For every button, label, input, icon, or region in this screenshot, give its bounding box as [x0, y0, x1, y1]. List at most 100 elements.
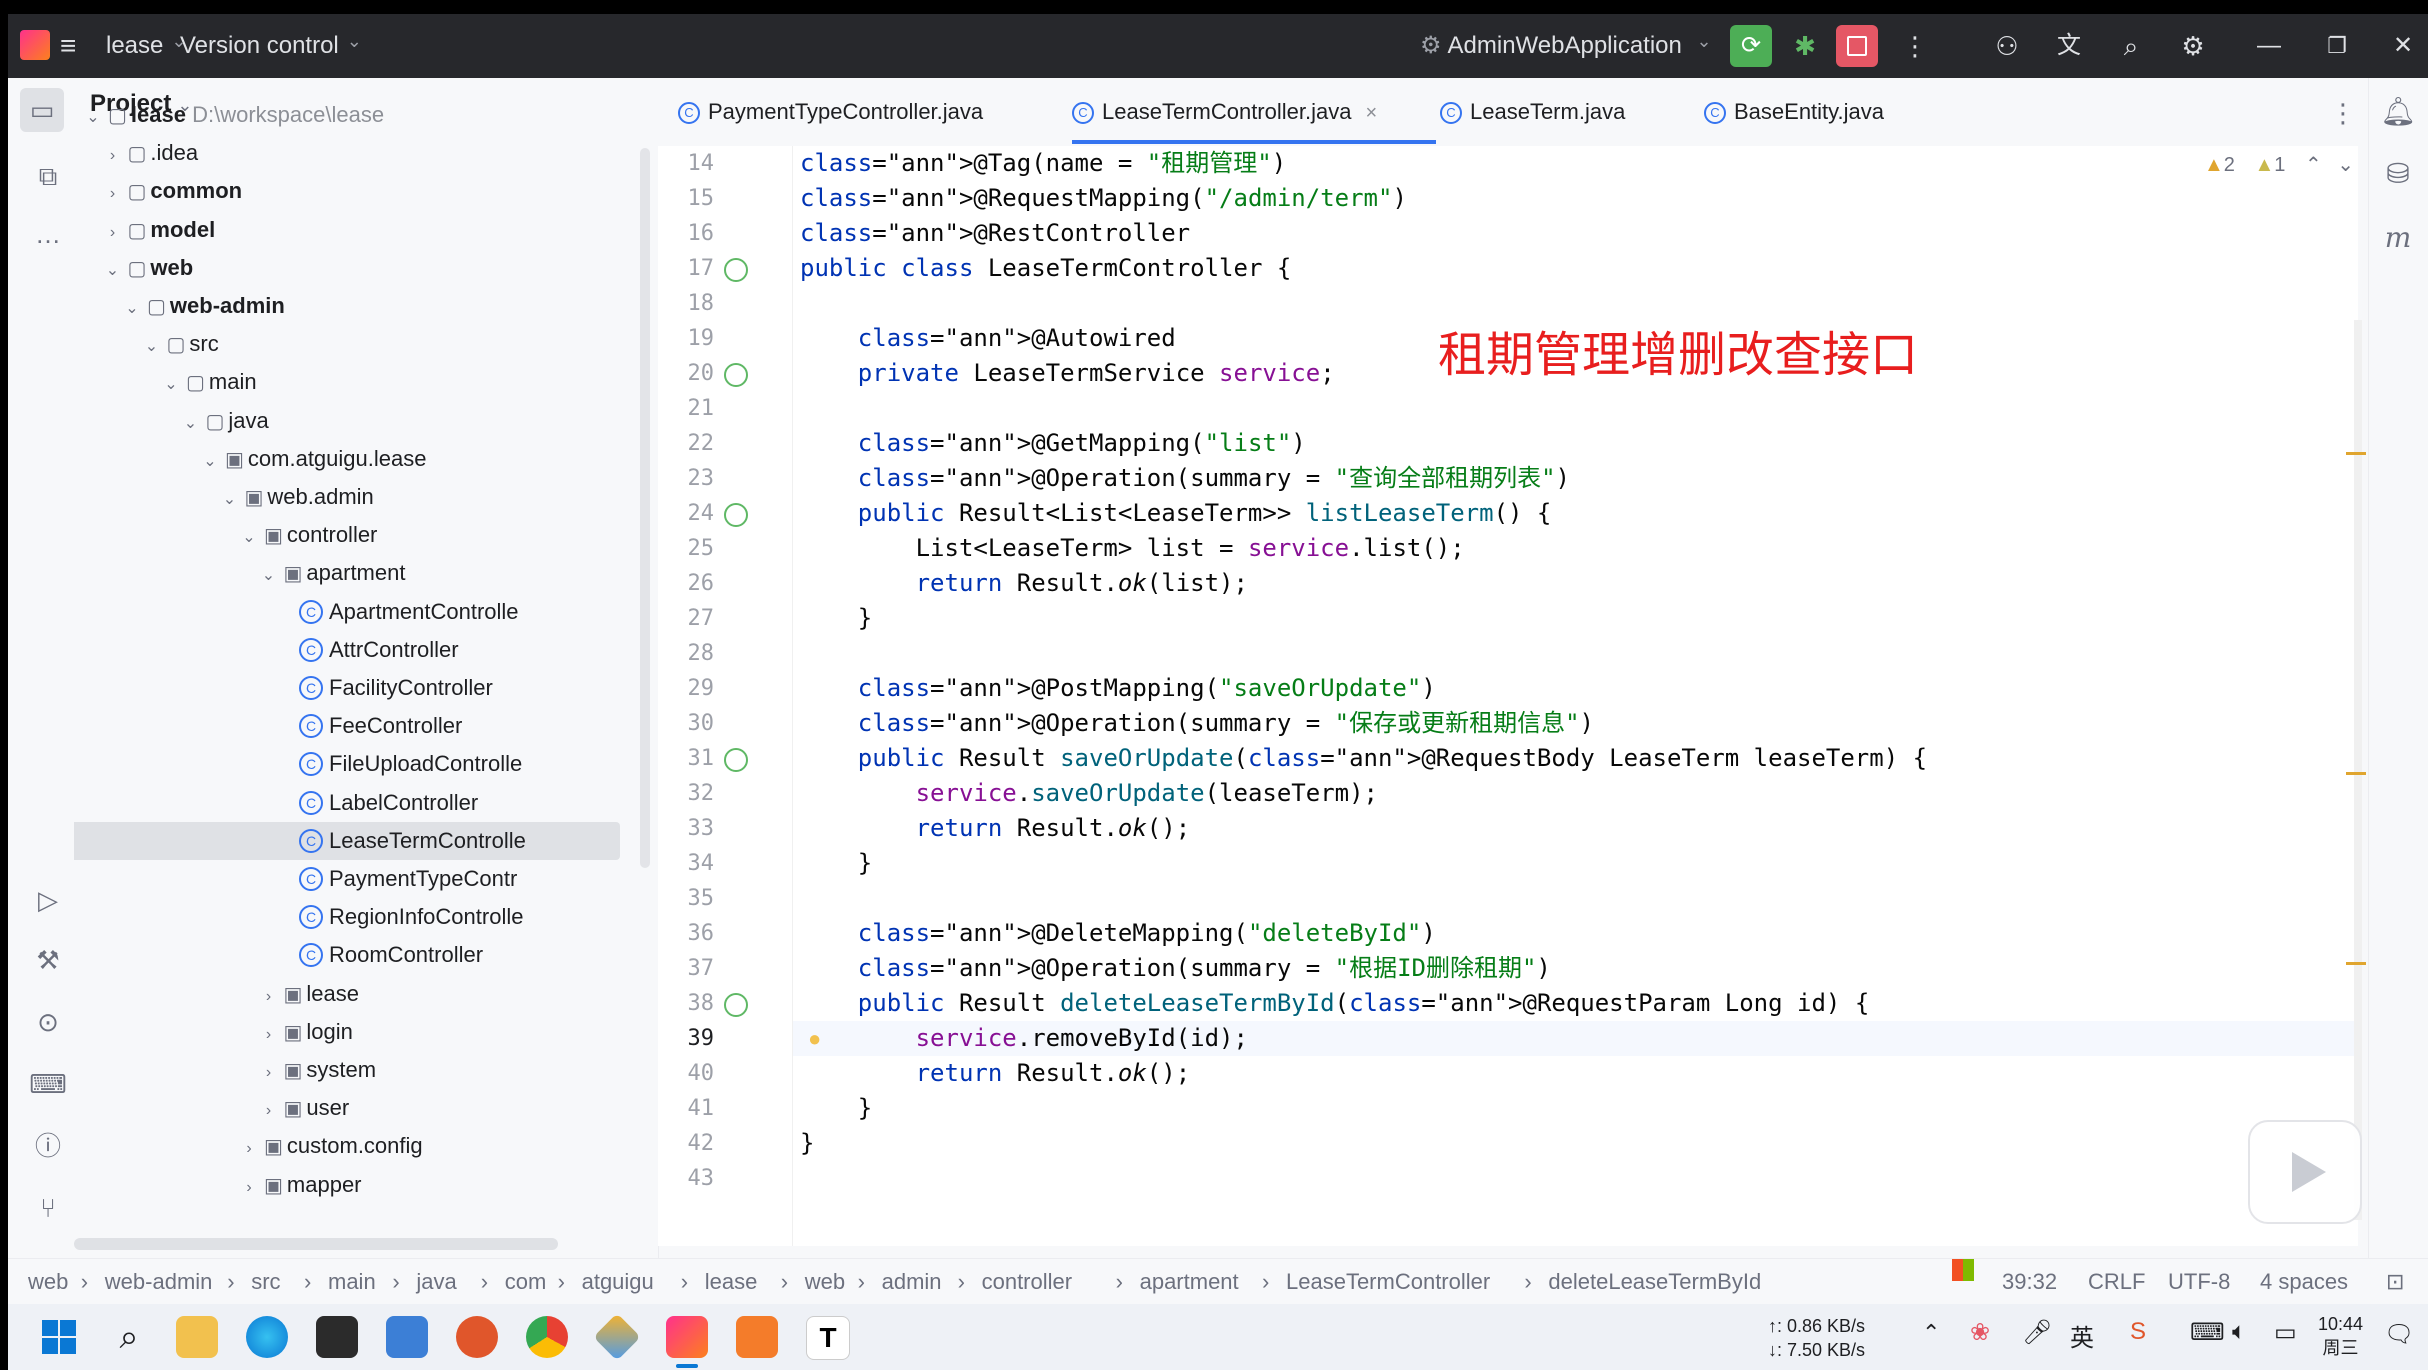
vertical-scrollbar[interactable]	[640, 148, 650, 868]
breadcrumb-item[interactable]: web	[805, 1259, 845, 1305]
tree-item-mapper[interactable]: › ▣ mapper	[238, 1166, 361, 1204]
chevron-right-icon[interactable]: ›	[102, 137, 124, 175]
git-tool-icon[interactable]: ⑂	[26, 1186, 70, 1230]
chevron-down-icon[interactable]: ⌄	[199, 443, 221, 481]
network-icon[interactable]: ⌨	[2190, 1318, 2225, 1347]
video-play-button[interactable]	[2248, 1120, 2362, 1224]
code-with-me-icon[interactable]: ⚇	[1986, 25, 2028, 67]
close-tab-icon[interactable]: ×	[1365, 102, 1377, 124]
breadcrumb-item[interactable]: controller	[982, 1259, 1072, 1305]
breadcrumb-item[interactable]: main	[328, 1259, 376, 1305]
previous-highlight-icon[interactable]: ⌃	[2305, 154, 2322, 176]
intellij-taskbar-icon[interactable]	[666, 1316, 708, 1358]
main-menu-icon[interactable]: ≡	[60, 32, 84, 60]
code-line[interactable]: List<LeaseTerm> list = service.list();	[800, 531, 1465, 566]
bean-icon[interactable]	[724, 258, 748, 282]
code-line[interactable]: class="ann">@DeleteMapping("deleteById")	[800, 916, 1436, 951]
code-line[interactable]: service.removeById(id);	[800, 1021, 1248, 1056]
edge-browser-icon[interactable]	[246, 1316, 288, 1358]
breadcrumb-item[interactable]: admin	[882, 1259, 942, 1305]
file-encoding[interactable]: UTF-8	[2168, 1259, 2230, 1305]
chevron-down-icon[interactable]: ⌄	[121, 290, 143, 328]
tree-item-java[interactable]: ⌄ ▢ java	[180, 402, 269, 440]
chevron-down-icon[interactable]: ⌄	[160, 366, 182, 404]
tree-item-login[interactable]: › ▣ login	[258, 1013, 353, 1051]
code-line[interactable]: service.saveOrUpdate(leaseTerm);	[800, 776, 1378, 811]
tree-item-common[interactable]: › ▢ common	[102, 172, 242, 213]
project-dropdown[interactable]: lease	[106, 14, 186, 78]
code-line[interactable]: }	[800, 1126, 814, 1161]
code-line[interactable]: }	[800, 601, 872, 636]
minimize-button[interactable]: —	[2248, 25, 2290, 67]
structure-tool-icon[interactable]: ⧉	[26, 154, 70, 198]
terminal-app-icon[interactable]	[316, 1316, 358, 1358]
tree-item-model[interactable]: › ▢ model	[102, 211, 215, 249]
chevron-down-icon[interactable]: ⌄	[219, 481, 241, 519]
chevron-right-icon[interactable]: ›	[258, 1016, 280, 1054]
breadcrumb-item[interactable]: LeaseTermController	[1286, 1259, 1490, 1305]
version-control-dropdown[interactable]: Version control	[180, 14, 362, 78]
code-line[interactable]: class="ann">@Autowired	[800, 321, 1176, 356]
microphone-icon[interactable]: 🎤︎	[2022, 1318, 2052, 1347]
tree-item-lease[interactable]: › ▣ lease	[258, 975, 359, 1016]
notification-center-icon[interactable]: 🗨︎	[2384, 1320, 2414, 1349]
code-line[interactable]: }	[800, 1091, 872, 1126]
inspection-widget[interactable]: ▲2 ▲1 ⌃ ⌄	[2204, 152, 2354, 177]
breadcrumb-item[interactable]: src	[251, 1259, 280, 1305]
code-line[interactable]: return Result.ok();	[800, 1056, 1191, 1091]
tree-item-user[interactable]: › ▣ user	[258, 1089, 349, 1130]
tree-item-web[interactable]: ⌄ ▢ web	[102, 249, 193, 287]
code-line[interactable]: public Result<List<LeaseTerm>> listLease…	[800, 496, 1552, 531]
web-endpoint-icon[interactable]	[724, 503, 748, 527]
tree-item-system[interactable]: › ▣ system	[258, 1051, 376, 1092]
horizontal-scrollbar[interactable]	[74, 1238, 558, 1250]
tab-lease-term-controller[interactable]: C LeaseTermController.java ×	[1072, 78, 1377, 146]
chevron-right-icon[interactable]: ›	[258, 1054, 280, 1092]
code-line[interactable]: class="ann">@RequestMapping("/admin/term…	[800, 181, 1407, 216]
chevron-right-icon[interactable]: ›	[258, 978, 280, 1016]
caret-position[interactable]: 39:32	[2002, 1259, 2057, 1305]
chrome-browser-icon[interactable]	[526, 1316, 568, 1358]
database-tool-icon[interactable]: ⛁	[2376, 152, 2420, 196]
code-line[interactable]: class="ann">@GetMapping("list")	[800, 426, 1306, 461]
code-line[interactable]: public Result saveOrUpdate(class="ann">@…	[800, 741, 1927, 776]
breadcrumb-item[interactable]: deleteLeaseTermById	[1548, 1259, 1761, 1305]
code-line[interactable]: }	[800, 846, 872, 881]
battery-icon[interactable]: ▭	[2274, 1318, 2297, 1347]
sublime-app-icon[interactable]	[736, 1316, 778, 1358]
tree-item-custom-config[interactable]: › ▣ custom.config	[238, 1127, 422, 1165]
tree-item-attrcontroller[interactable]: C AttrController	[277, 631, 459, 669]
store-app-icon[interactable]	[386, 1316, 428, 1358]
more-actions-icon[interactable]: ⋮	[1894, 25, 1936, 67]
tree-item-com-atguigu-lease[interactable]: ⌄ ▣ com.atguigu.lease	[199, 440, 426, 478]
breadcrumb-item[interactable]: lease	[705, 1259, 758, 1305]
chevron-right-icon[interactable]: ›	[102, 175, 124, 213]
tree-item-fileuploadcontrolle[interactable]: C FileUploadControlle	[277, 745, 522, 783]
tab-lease-term[interactable]: C LeaseTerm.java	[1440, 78, 1625, 146]
tree-item-leasetermcontrolle[interactable]: C LeaseTermControlle	[277, 822, 526, 860]
settings-gear-icon[interactable]: ⚙	[2172, 25, 2214, 67]
code-line[interactable]: class="ann">@Operation(summary = "查询全部租期…	[800, 461, 1570, 496]
chevron-down-icon[interactable]: ⌄	[141, 328, 163, 366]
tree-item-roomcontroller[interactable]: C RoomController	[277, 936, 483, 974]
tree-item-web-admin[interactable]: ⌄ ▢ web-admin	[121, 287, 285, 325]
next-highlight-icon[interactable]: ⌄	[2337, 154, 2354, 176]
editor-scrollbar[interactable]	[2354, 320, 2362, 1220]
more-tools-icon[interactable]: …	[26, 212, 70, 256]
tree-item-facilitycontroller[interactable]: C FacilityController	[277, 669, 493, 707]
search-icon[interactable]: ⌕	[2110, 25, 2152, 67]
volume-icon[interactable]: 🔈︎	[2232, 1318, 2246, 1346]
tree-item-labelcontroller[interactable]: C LabelController	[277, 784, 478, 822]
breadcrumb-item[interactable]: web	[28, 1259, 68, 1305]
code-line[interactable]: class="ann">@RestController	[800, 216, 1190, 251]
problems-tool-icon[interactable]: ⓘ	[26, 1124, 70, 1168]
read-only-lock-icon[interactable]: ⊡	[2386, 1259, 2404, 1305]
code-line[interactable]: class="ann">@Operation(summary = "保存或更新租…	[800, 706, 1594, 741]
line-separator[interactable]: CRLF	[2088, 1259, 2145, 1305]
rerun-button[interactable]: ⟳	[1730, 25, 1772, 67]
chevron-right-icon[interactable]: ›	[258, 1092, 280, 1130]
code-line[interactable]: class="ann">@Tag(name = "租期管理")	[800, 146, 1286, 181]
code-line[interactable]: class="ann">@PostMapping("saveOrUpdate")	[800, 671, 1436, 706]
intention-bulb-icon[interactable]: ●	[808, 1026, 821, 1052]
run-config-dropdown[interactable]: ⚙ AdminWebApplication	[1420, 14, 1712, 78]
